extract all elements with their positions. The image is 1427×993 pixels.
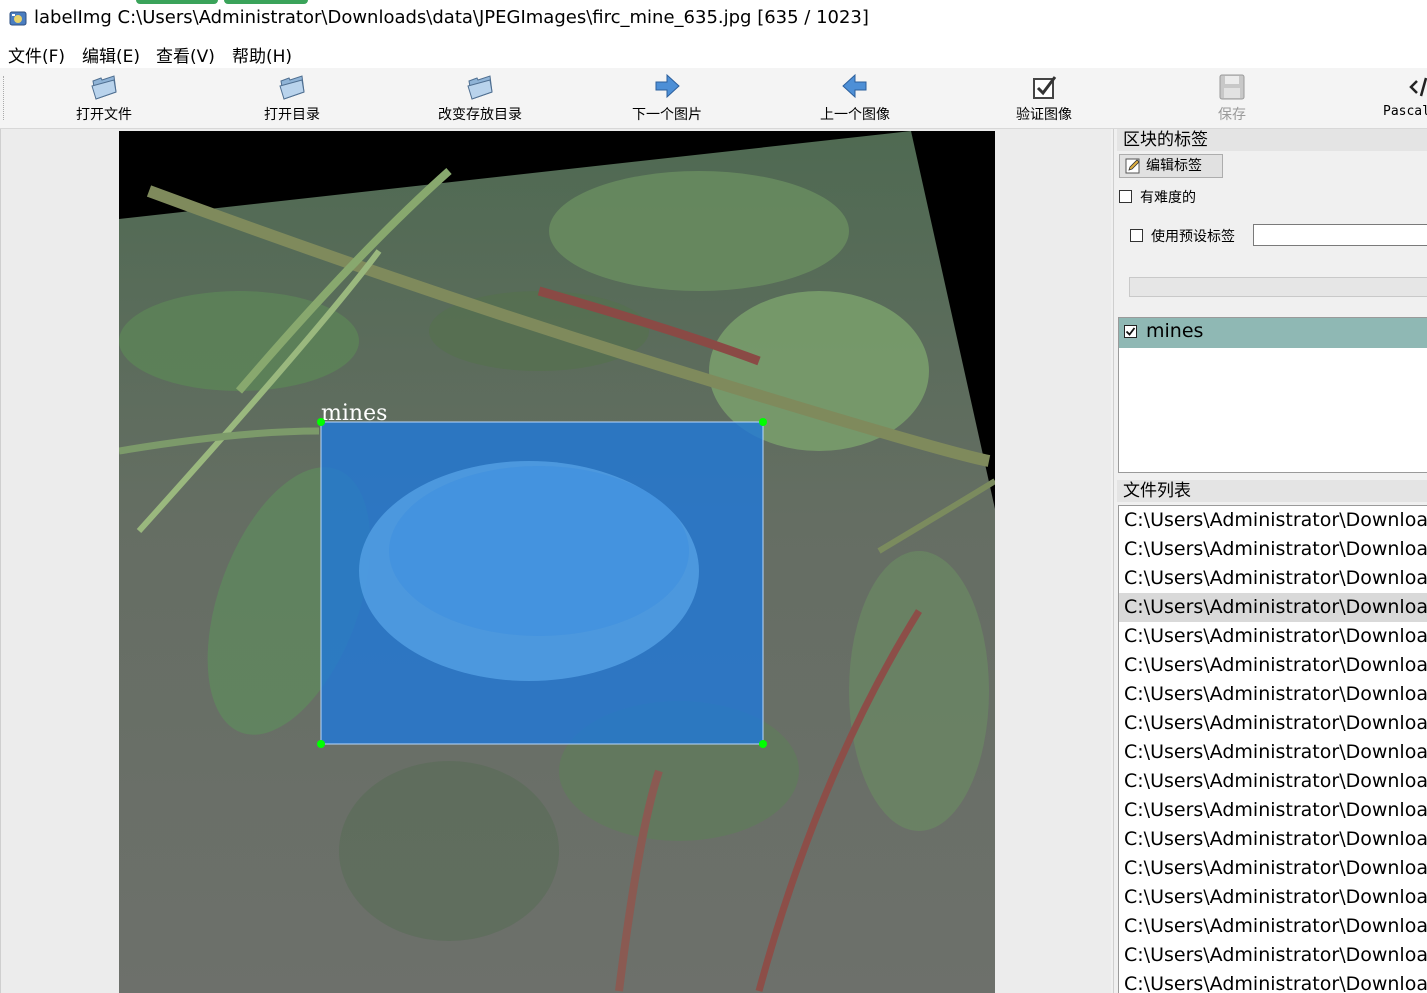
menu-bar: 文件(F) 编辑(E) 查看(V) 帮助(H) [0,38,1427,68]
verify-image-button[interactable]: 验证图像 [974,70,1114,126]
right-panel: 区块的标签 编辑标签 有难度的 使用预设标签 mines 文件列表 C:\Use… [1113,129,1427,993]
file-list-item[interactable]: C:\Users\Administrator\Downloa [1119,506,1427,535]
object-highlight-inner [389,466,689,636]
title-accent-left [136,0,218,4]
file-list-item[interactable]: C:\Users\Administrator\Downloa [1119,854,1427,883]
file-list-item[interactable]: C:\Users\Administrator\Downloa [1119,535,1427,564]
save-floppy-icon [1219,74,1245,100]
toolbar: 打开文件 打开目录 改变存放目录 下一个图片 上一个图像 验证图像 保存 Pas… [0,68,1427,129]
box-vertex-bottom-left[interactable] [317,740,325,748]
open-dir-label: 打开目录 [264,107,320,123]
file-list-item[interactable]: C:\Users\Administrator\Downloa [1119,912,1427,941]
code-tag-icon [1409,77,1427,97]
open-folder-icon [279,75,305,100]
change-save-dir-button[interactable]: 改变存放目录 [410,70,550,126]
open-folder-icon [467,75,493,100]
file-list-item[interactable]: C:\Users\Administrator\Downloa [1119,564,1427,593]
file-list: C:\Users\Administrator\Downloa C:\Users\… [1118,505,1427,993]
photo-render: mines [119,131,995,993]
next-image-button[interactable]: 下一个图片 [597,70,737,126]
file-list-item[interactable]: C:\Users\Administrator\Downloa [1119,680,1427,709]
menu-view[interactable]: 查看(V) [156,42,215,67]
check-mark-icon [1125,327,1136,336]
file-list-title: 文件列表 [1117,480,1427,502]
change-save-dir-label: 改变存放目录 [438,107,522,123]
prev-image-button[interactable]: 上一个图像 [785,70,925,126]
image-canvas[interactable]: mines [0,129,1111,993]
next-image-label: 下一个图片 [632,107,702,123]
file-list-item[interactable]: C:\Users\Administrator\Downloa [1119,825,1427,854]
label-list: mines [1118,317,1427,473]
box-labels-title: 区块的标签 [1117,129,1427,151]
label-list-item[interactable]: mines [1119,318,1427,348]
file-list-item[interactable]: C:\Users\Administrator\Downloa [1119,622,1427,651]
use-default-label-text: 使用预设标签 [1151,229,1235,245]
save-label: 保存 [1218,107,1246,123]
file-list-item[interactable]: C:\Users\Administrator\Downloa [1119,796,1427,825]
difficult-checkbox[interactable] [1119,190,1132,203]
open-file-label: 打开文件 [76,107,132,123]
box-vertex-top-right[interactable] [759,418,767,426]
default-label-input[interactable] [1253,224,1427,246]
pascal-voc-button[interactable]: PascalVOC [1350,70,1427,126]
file-list-item[interactable]: C:\Users\Administrator\Downloa [1119,883,1427,912]
box-vertex-bottom-right[interactable] [759,740,767,748]
use-default-label-checkbox[interactable] [1130,229,1143,242]
open-folder-icon [91,75,117,100]
open-dir-button[interactable]: 打开目录 [222,70,362,126]
file-list-item[interactable]: C:\Users\Administrator\Downloa [1119,767,1427,796]
title-accent-right [224,0,308,4]
file-list-item[interactable]: C:\Users\Administrator\Downloa [1119,941,1427,970]
file-list-item[interactable]: C:\Users\Administrator\Downloa [1119,651,1427,680]
title-bar: labelImg C:\Users\Administrator\Download… [0,0,1427,38]
menu-help[interactable]: 帮助(H) [232,42,292,67]
checkbox-check-icon [1033,76,1057,99]
label-visible-checkbox[interactable] [1124,325,1137,338]
edit-label-text: 编辑标签 [1146,158,1202,174]
menu-edit[interactable]: 编辑(E) [82,42,140,67]
annotated-photo: mines [119,131,995,993]
file-list-item[interactable]: C:\Users\Administrator\Downloa [1119,970,1427,993]
verify-image-label: 验证图像 [1016,107,1072,123]
difficult-label: 有难度的 [1140,190,1196,206]
file-list-item[interactable]: C:\Users\Administrator\Downloa [1119,709,1427,738]
labelimg-app-icon [9,11,27,26]
edit-pencil-icon [1125,158,1140,174]
open-file-button[interactable]: 打开文件 [34,70,174,126]
window-title: labelImg C:\Users\Administrator\Download… [34,7,869,28]
edit-label-button[interactable]: 编辑标签 [1119,154,1223,178]
file-list-item-selected[interactable]: C:\Users\Administrator\Downloa [1119,593,1427,622]
menu-file[interactable]: 文件(F) [8,42,65,67]
box-vertex-top-left[interactable] [317,418,325,426]
label-combo-box[interactable] [1129,277,1427,297]
toolbar-grip[interactable] [3,76,6,120]
prev-image-label: 上一个图像 [820,107,890,123]
arrow-left-icon [842,73,867,99]
pascal-voc-label: PascalVOC [1383,104,1427,119]
label-list-item-text: mines [1146,320,1204,342]
file-list-item[interactable]: C:\Users\Administrator\Downloa [1119,738,1427,767]
arrow-right-icon [655,73,680,99]
save-button[interactable]: 保存 [1162,70,1302,126]
